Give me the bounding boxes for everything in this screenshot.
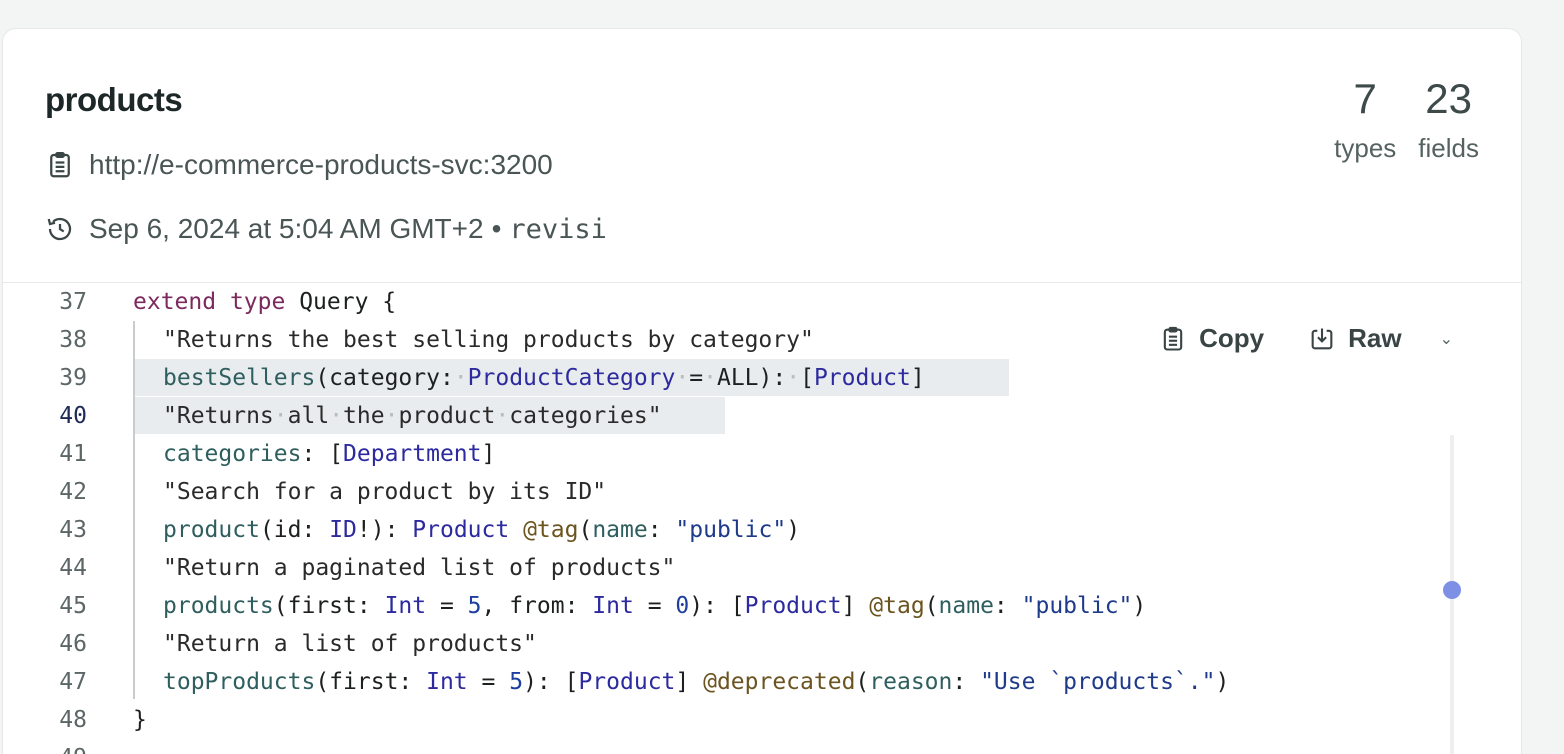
code-line: 44 "Return a paginated list of products" <box>3 549 1443 587</box>
code-text: products(first: Int = 5, from: Int = 0):… <box>163 593 1147 619</box>
code-text: bestSellers(category:·ProductCategory·=·… <box>163 365 925 391</box>
line-number: 42 <box>59 479 87 505</box>
code-line: 48 } <box>3 701 1443 739</box>
code-line: 39 bestSellers(category:·ProductCategory… <box>3 359 1443 397</box>
code-text: product(id: ID!): Product @tag(name: "pu… <box>163 517 801 543</box>
line-number: 37 <box>59 289 87 315</box>
code-text: "Returns·all·the·product·categories" <box>163 403 662 429</box>
code-line: 37 extend type Query { <box>3 283 1443 321</box>
code-line: 42 "Search for a product by its ID" <box>3 473 1443 511</box>
line-number: 43 <box>59 517 87 543</box>
stat-fields: 23 fields <box>1418 75 1479 164</box>
stat-types: 7 types <box>1334 75 1397 164</box>
subgraph-title: products <box>45 81 183 118</box>
line-number-active: 40 <box>59 403 87 429</box>
line-number: 41 <box>59 441 87 467</box>
code-line: 49 <box>3 739 1443 754</box>
chevron-down-icon[interactable]: ⌄ <box>1440 329 1453 349</box>
code-text: } <box>133 707 147 733</box>
code-text: "Returns the best selling products by ca… <box>163 327 814 353</box>
line-number: 47 <box>59 669 87 695</box>
line-number: 44 <box>59 555 87 581</box>
revision-separator: • <box>491 213 502 244</box>
stat-fields-value: 23 <box>1425 75 1472 122</box>
code-line: 46 "Return a list of products" <box>3 625 1443 663</box>
code-text: "Return a paginated list of products" <box>163 555 676 581</box>
stat-types-value: 7 <box>1353 75 1377 122</box>
raw-button[interactable]: Raw <box>1308 323 1402 354</box>
line-number: 39 <box>59 365 87 391</box>
code-line: 45 products(first: Int = 5, from: Int = … <box>3 587 1443 625</box>
subgraph-card: products http://e-commerce-products-svc:… <box>2 28 1522 754</box>
revision-row: Sep 6, 2024 at 5:04 AM GMT+2 • revisi <box>45 213 607 245</box>
code-line: 41 categories: [Department] <box>3 435 1443 473</box>
code-text: topProducts(first: Int = 5): [Product] @… <box>163 669 1230 695</box>
code-text: extend type Query { <box>133 289 397 315</box>
subgraph-url-row: http://e-commerce-products-svc:3200 <box>45 149 553 181</box>
raw-button-label: Raw <box>1348 323 1402 353</box>
scrollbar-thumb[interactable] <box>1443 581 1461 599</box>
copy-button[interactable]: Copy <box>1159 323 1264 354</box>
clipboard-icon <box>1163 326 1183 351</box>
code-line: 40 "Returns·all·the·product·categories" <box>3 397 1443 435</box>
line-number: 38 <box>59 327 87 353</box>
line-number: 49 <box>3 745 87 754</box>
subgraph-url[interactable]: http://e-commerce-products-svc:3200 <box>89 149 553 181</box>
code-text: categories: [Department] <box>163 441 496 467</box>
revision-id[interactable]: revisi <box>509 214 607 245</box>
subgraph-stats: 7 types 23 fields <box>1334 75 1479 164</box>
line-number: 46 <box>59 631 87 657</box>
subgraph-header: products http://e-commerce-products-svc:… <box>3 29 1521 283</box>
clipboard-icon <box>50 152 70 178</box>
code-line: 47 topProducts(first: Int = 5): [Product… <box>3 663 1443 701</box>
code-toolbar: Copy Raw ⌄ <box>1159 323 1453 354</box>
code-line: 43 product(id: ID!): Product @tag(name: … <box>3 511 1443 549</box>
stat-types-label: types <box>1334 133 1397 164</box>
history-icon <box>47 217 72 241</box>
stat-fields-label: fields <box>1418 133 1479 164</box>
revision-timestamp: Sep 6, 2024 at 5:04 AM GMT+2 <box>89 213 484 244</box>
download-icon <box>1311 328 1333 349</box>
code-text: "Return a list of products" <box>163 631 537 657</box>
line-number: 45 <box>59 593 87 619</box>
line-number: 48 <box>59 707 87 733</box>
schema-code-editor[interactable]: 37 extend type Query { 38 "Returns the b… <box>3 283 1521 754</box>
code-text: "Search for a product by its ID" <box>163 479 607 505</box>
copy-button-label: Copy <box>1199 323 1265 353</box>
